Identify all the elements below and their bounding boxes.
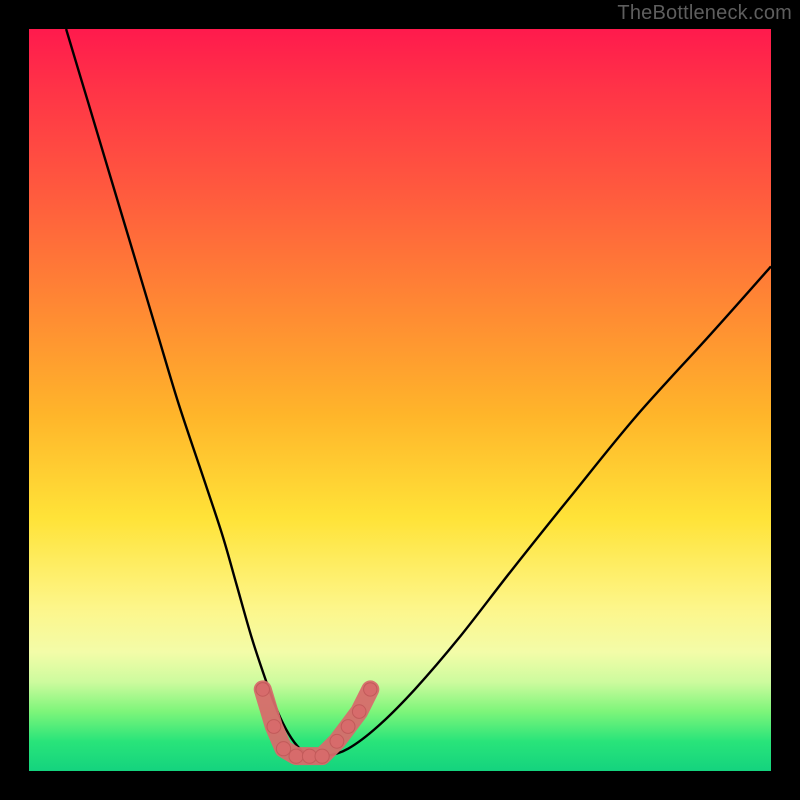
chart-svg xyxy=(29,29,771,771)
curve-marker xyxy=(315,749,329,763)
curve-marker xyxy=(289,749,303,763)
bottleneck-curve xyxy=(66,29,771,757)
curve-marker xyxy=(364,683,377,696)
curve-marker xyxy=(302,749,316,763)
curve-marker xyxy=(352,705,366,719)
curve-marker xyxy=(341,720,355,734)
plot-area xyxy=(29,29,771,771)
curve-markers xyxy=(256,683,377,764)
curve-marker xyxy=(267,720,281,734)
chart-frame: TheBottleneck.com xyxy=(0,0,800,800)
curve-marker xyxy=(276,742,290,756)
curve-marker xyxy=(330,734,344,748)
curve-marker xyxy=(256,683,270,697)
watermark-text: TheBottleneck.com xyxy=(617,2,792,25)
